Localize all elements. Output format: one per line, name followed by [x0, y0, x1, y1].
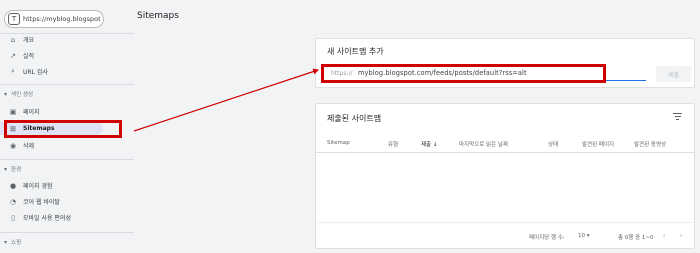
annotation-arrow-layer: [133, 68, 320, 132]
arrow-icon: [133, 68, 320, 132]
